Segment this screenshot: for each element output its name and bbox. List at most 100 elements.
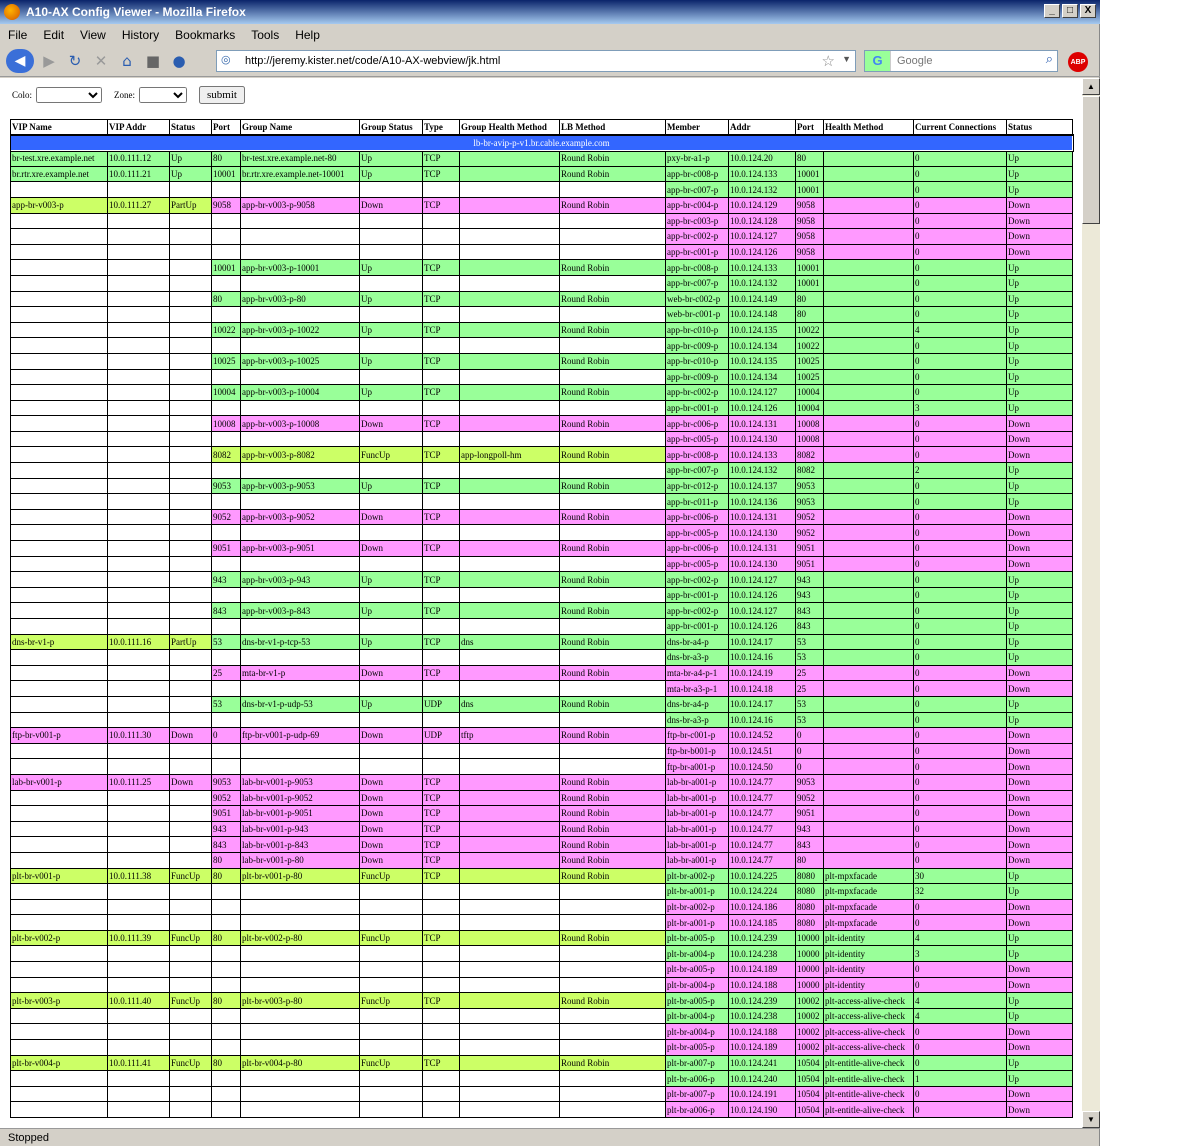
table-cell [211, 680, 241, 697]
table-cell: br-test.xre.example.net [10, 150, 108, 167]
table-cell [459, 321, 560, 339]
colo-select[interactable] [36, 87, 103, 103]
table-cell: 10.0.111.40 [107, 992, 170, 1009]
table-cell [107, 352, 170, 370]
google-engine-icon[interactable]: G [865, 51, 891, 71]
bookmark-star-icon[interactable]: ☆ [822, 52, 835, 70]
table-cell [422, 430, 460, 448]
table-cell: 10022 [211, 321, 241, 339]
table-cell: 0 [913, 477, 1007, 495]
table-cell [823, 711, 914, 729]
table-cell [459, 680, 560, 697]
table-cell: ftp-br-v001-p-udp-69 [240, 727, 360, 744]
table-cell [422, 914, 460, 931]
menu-view[interactable]: View [72, 28, 114, 42]
back-button[interactable]: ◀ [6, 48, 34, 73]
table-cell: 10.0.111.25 [107, 773, 170, 791]
table-cell: 0 [913, 898, 1007, 916]
table-cell: Down [359, 540, 423, 557]
table-cell: 10.0.124.18 [728, 680, 796, 697]
table-cell: mta-br-v1-p [240, 664, 360, 682]
scroll-up-icon[interactable]: ▲ [1082, 78, 1100, 95]
table-cell [10, 976, 108, 994]
table-cell [459, 1039, 560, 1056]
table-cell: Up [1006, 883, 1073, 900]
forward-button[interactable]: ▶ [38, 50, 60, 72]
menu-help[interactable]: Help [287, 28, 328, 42]
table-cell: FuncUp [359, 929, 423, 947]
table-cell: 943 [795, 571, 824, 588]
table-cell [240, 649, 360, 666]
table-cell [823, 633, 914, 651]
scroll-thumb[interactable] [1082, 96, 1100, 224]
table-cell: TCP [422, 571, 460, 588]
menu-file[interactable]: File [0, 28, 35, 42]
table-cell: 0 [913, 586, 1007, 604]
table-cell [211, 742, 241, 760]
vertical-scrollbar[interactable]: ▲ ▼ [1082, 78, 1100, 1128]
url-bar[interactable]: ◎ http://jeremy.kister.net/code/A10-AX-w… [216, 50, 856, 72]
table-cell [823, 555, 914, 573]
table-cell [211, 1070, 241, 1087]
table-cell: 10001 [795, 274, 824, 292]
table-row: app-br-c001-p 10.0.124.126 9058 0 Down [10, 243, 1073, 261]
table-cell: 0 [913, 805, 1007, 822]
reload-icon[interactable]: ↻ [64, 50, 86, 72]
lock-icon[interactable]: ■ [142, 50, 164, 72]
table-cell: 0 [913, 181, 1007, 198]
table-cell [359, 758, 423, 775]
table-cell [240, 212, 360, 230]
table-cell: Down [1006, 727, 1073, 744]
table-cell: 9051 [211, 540, 241, 557]
table-cell: 10022 [795, 337, 824, 354]
table-cell: plt-br-v002-p-80 [240, 929, 360, 947]
window-title: A10-AX Config Viewer - Mozilla Firefox [26, 5, 246, 19]
menu-history[interactable]: History [114, 28, 167, 42]
table-row: 9051 lab-br-v001-p-9051 Down TCP Round Robin… [10, 805, 1073, 822]
table-cell [107, 243, 170, 261]
search-bar[interactable]: G Google ⌕ [864, 50, 1058, 72]
table-cell: web-br-c001-p [665, 306, 729, 323]
table-cell: ftp-br-b001-p [665, 742, 729, 760]
table-cell: app-br-c011-p [665, 493, 729, 510]
table-cell: 10.0.124.130 [728, 430, 796, 448]
table-cell: 8082 [795, 446, 824, 464]
table-cell [422, 758, 460, 775]
table-cell [107, 212, 170, 230]
stop-icon[interactable]: ✕ [90, 50, 112, 72]
table-cell: 10.0.124.127 [728, 228, 796, 245]
table-cell: Round Robin [559, 384, 666, 401]
table-cell: dns-br-v1-p-tcp-53 [240, 633, 360, 651]
maximize-button[interactable]: □ [1062, 4, 1078, 18]
table-cell [422, 883, 460, 900]
table-cell: Up [1006, 571, 1073, 588]
table-cell: dns [459, 633, 560, 651]
table-cell: lab-br-v001-p-9051 [240, 805, 360, 822]
table-cell: TCP [422, 508, 460, 526]
table-cell [359, 711, 423, 729]
table-cell [240, 742, 360, 760]
menu-bookmarks[interactable]: Bookmarks [167, 28, 243, 42]
table-cell: 9053 [795, 477, 824, 495]
close-button[interactable]: X [1080, 4, 1096, 18]
table-cell: 843 [795, 602, 824, 619]
home-icon[interactable]: ⌂ [116, 50, 138, 72]
menu-tools[interactable]: Tools [243, 28, 287, 42]
scroll-down-icon[interactable]: ▼ [1082, 1111, 1100, 1128]
adblock-plus-icon[interactable]: ABP [1068, 52, 1088, 72]
menu-edit[interactable]: Edit [35, 28, 72, 42]
minimize-button[interactable]: _ [1044, 4, 1060, 18]
table-cell: 4 [913, 992, 1007, 1009]
zone-select[interactable] [139, 87, 188, 103]
table-cell: app-br-v003-p-9051 [240, 540, 360, 557]
table-cell [823, 773, 914, 791]
url-dropdown-icon[interactable]: ▼ [842, 54, 851, 64]
table-cell [559, 1007, 666, 1025]
table-cell [211, 181, 241, 198]
search-icon[interactable]: ⌕ [1046, 52, 1053, 67]
table-cell: 10.0.124.238 [728, 945, 796, 963]
bookmarks-icon[interactable]: ● [168, 50, 190, 72]
table-cell: tftp [459, 727, 560, 744]
table-cell [10, 446, 108, 464]
submit-button[interactable]: submit [199, 86, 245, 104]
